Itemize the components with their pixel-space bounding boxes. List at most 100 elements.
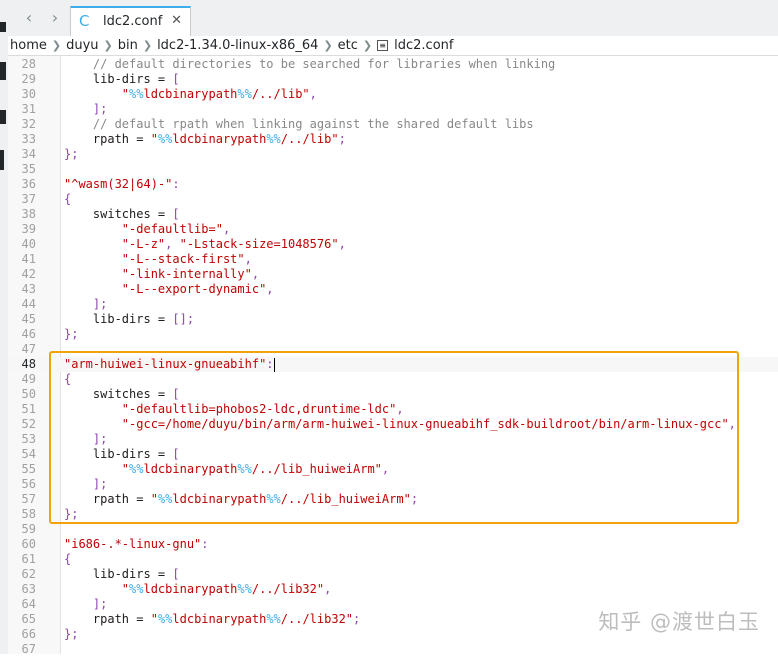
code-line[interactable]: 32 // default rpath when linking against… bbox=[8, 117, 778, 132]
chevron-right-icon: ❯ bbox=[362, 39, 373, 52]
code-text: "i686-.*-linux-gnu": bbox=[64, 537, 209, 551]
line-number: 45 bbox=[21, 312, 36, 326]
code-text: { bbox=[64, 552, 72, 566]
line-number: 42 bbox=[21, 267, 36, 281]
line-number: 59 bbox=[21, 522, 36, 536]
line-number: 66 bbox=[21, 627, 36, 641]
code-line[interactable]: 43 "-L--export-dynamic", bbox=[8, 282, 778, 297]
line-number: 60 bbox=[21, 537, 36, 551]
code-text: ]; bbox=[64, 597, 108, 611]
code-line[interactable]: 29 lib-dirs = [ bbox=[8, 72, 778, 87]
code-line[interactable]: 53 ]; bbox=[8, 432, 778, 447]
line-number: 55 bbox=[21, 462, 36, 476]
code-text: { bbox=[64, 192, 72, 206]
line-number: 43 bbox=[21, 282, 36, 296]
breadcrumb-duyu[interactable]: duyu bbox=[64, 36, 100, 55]
close-icon[interactable]: ✕ bbox=[171, 13, 182, 28]
breadcrumb-etc[interactable]: etc bbox=[336, 36, 360, 55]
code-text: // default directories to be searched fo… bbox=[64, 57, 556, 71]
line-number: 57 bbox=[21, 492, 36, 506]
code-line[interactable]: 62 lib-dirs = [ bbox=[8, 567, 778, 582]
code-line[interactable]: 67 bbox=[8, 642, 778, 657]
tab-ldc2-conf[interactable]: C ldc2.conf ✕ bbox=[70, 6, 191, 36]
code-text: "^wasm(32|64)-": bbox=[64, 177, 180, 191]
code-line[interactable]: 38 switches = [ bbox=[8, 207, 778, 222]
code-line[interactable]: 63 "%%ldcbinarypath%%/../lib32", bbox=[8, 582, 778, 597]
code-line[interactable]: 34}; bbox=[8, 147, 778, 162]
code-line[interactable]: 45 lib-dirs = []; bbox=[8, 312, 778, 327]
code-line[interactable]: 47 bbox=[8, 342, 778, 357]
code-text: "-link-internally", bbox=[121, 267, 260, 281]
home-icon[interactable] bbox=[0, 22, 6, 32]
line-number: 28 bbox=[21, 57, 36, 71]
code-line[interactable]: 59 bbox=[8, 522, 778, 537]
code-line[interactable]: 60 "i686-.*-linux-gnu": bbox=[8, 537, 778, 552]
code-line[interactable]: 61 { bbox=[8, 552, 778, 567]
code-text: lib-dirs = [ bbox=[64, 72, 180, 86]
breadcrumb-home[interactable]: home bbox=[8, 36, 49, 55]
code-line[interactable]: 37 { bbox=[8, 192, 778, 207]
code-line[interactable]: 46}; bbox=[8, 327, 778, 342]
code-line[interactable]: 55 "%%ldcbinarypath%%/../lib_huiweiArm", bbox=[8, 462, 778, 477]
line-number: 48 bbox=[21, 357, 36, 371]
code-line[interactable]: 36 "^wasm(32|64)-": bbox=[8, 177, 778, 192]
code-text: lib-dirs = [ bbox=[64, 567, 180, 581]
code-line[interactable]: 51 "-defaultlib=phobos2-ldc,druntime-ldc… bbox=[8, 402, 778, 417]
code-text: switches = [ bbox=[64, 207, 180, 221]
breadcrumb-file[interactable]: ldc2.conf bbox=[392, 36, 455, 55]
left-panel-strip bbox=[0, 0, 8, 654]
code-line[interactable]: 56 ]; bbox=[8, 477, 778, 492]
config-file-icon: C bbox=[79, 12, 90, 30]
line-number: 58 bbox=[21, 507, 36, 521]
chevron-right-icon: ❯ bbox=[323, 39, 333, 52]
code-text: "%%ldcbinarypath%%/../lib", bbox=[121, 87, 317, 101]
tab-bar: ‹ › C ldc2.conf ✕ bbox=[8, 0, 778, 36]
code-text: "%%ldcbinarypath%%/../lib32", bbox=[121, 582, 332, 596]
code-line[interactable]: 57 rpath = "%%ldcbinarypath%%/../lib_hui… bbox=[8, 492, 778, 507]
breadcrumb-ldc2-dir[interactable]: ldc2-1.34.0-linux-x86_64 bbox=[155, 36, 320, 55]
code-text: ]; bbox=[64, 432, 108, 446]
code-text: // default rpath when linking against th… bbox=[64, 117, 534, 131]
code-text: }; bbox=[64, 147, 79, 161]
code-text: }; bbox=[64, 627, 79, 641]
code-text: "-gcc=/home/duyu/bin/arm/arm-huiwei-linu… bbox=[121, 417, 736, 431]
code-text: rpath = "%%ldcbinarypath%%/../lib32"; bbox=[64, 612, 361, 626]
text-cursor bbox=[273, 357, 275, 372]
code-text: rpath = "%%ldcbinarypath%%/../lib"; bbox=[64, 132, 346, 146]
code-line[interactable]: 52 "-gcc=/home/duyu/bin/arm/arm-huiwei-l… bbox=[8, 417, 778, 432]
code-text: switches = [ bbox=[64, 387, 180, 401]
code-line[interactable]: 58}; bbox=[8, 507, 778, 522]
code-line[interactable]: 40 "-L-z", "-Lstack-size=1048576", bbox=[8, 237, 778, 252]
code-line[interactable]: 31 ]; bbox=[8, 102, 778, 117]
symbols-icon[interactable] bbox=[0, 150, 4, 170]
code-text: rpath = "%%ldcbinarypath%%/../lib_huiwei… bbox=[64, 492, 419, 506]
code-text: "arm-huiwei-linux-gnueabihf": bbox=[64, 357, 275, 372]
code-line[interactable]: 28 // default directories to be searched… bbox=[8, 57, 778, 72]
code-line[interactable]: 49 { bbox=[8, 372, 778, 387]
breadcrumb-bin[interactable]: bin bbox=[116, 36, 140, 55]
code-line[interactable]: 41 "-L--stack-first", bbox=[8, 252, 778, 267]
line-number: 32 bbox=[21, 117, 36, 131]
code-line[interactable]: 30 "%%ldcbinarypath%%/../lib", bbox=[8, 87, 778, 102]
code-line[interactable]: 35 bbox=[8, 162, 778, 177]
code-line[interactable]: 44 ]; bbox=[8, 297, 778, 312]
git-icon[interactable] bbox=[0, 110, 6, 124]
code-line[interactable]: 42 "-link-internally", bbox=[8, 267, 778, 282]
line-number: 63 bbox=[21, 582, 36, 596]
code-line[interactable]: 50 switches = [ bbox=[8, 387, 778, 402]
code-line[interactable]: 48 "arm-huiwei-linux-gnueabihf": bbox=[8, 357, 778, 372]
code-line[interactable]: 54 lib-dirs = [ bbox=[8, 447, 778, 462]
line-number: 52 bbox=[21, 417, 36, 431]
forward-icon[interactable]: › bbox=[46, 8, 64, 28]
code-text: lib-dirs = [ bbox=[64, 447, 180, 461]
back-icon[interactable]: ‹ bbox=[20, 8, 38, 28]
code-line[interactable]: 33 rpath = "%%ldcbinarypath%%/../lib"; bbox=[8, 132, 778, 147]
document-icon[interactable] bbox=[0, 62, 6, 80]
chevron-right-icon: ❯ bbox=[103, 39, 113, 52]
line-number: 44 bbox=[21, 297, 36, 311]
code-text: "-L--export-dynamic", bbox=[121, 282, 274, 296]
code-text: "-defaultlib=", bbox=[121, 222, 231, 236]
code-editor[interactable]: 28 // default directories to be searched… bbox=[8, 56, 778, 657]
line-number: 54 bbox=[21, 447, 36, 461]
code-line[interactable]: 39 "-defaultlib=", bbox=[8, 222, 778, 237]
